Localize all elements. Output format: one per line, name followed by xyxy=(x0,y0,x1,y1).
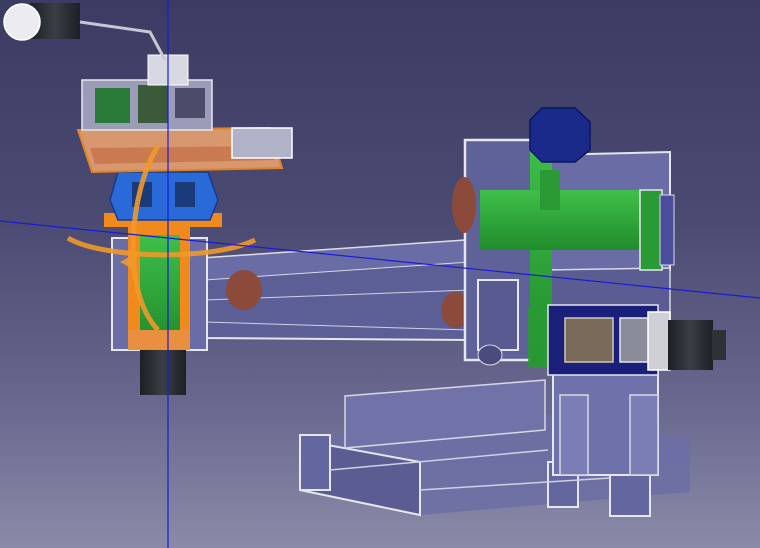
left-column[interactable] xyxy=(104,213,222,395)
bore-circle-left xyxy=(226,270,262,310)
blue-bracket[interactable] xyxy=(109,171,219,221)
cad-3d-viewport[interactable] xyxy=(0,0,760,548)
top-left-motor[interactable] xyxy=(3,3,167,61)
right-motor-assembly[interactable] xyxy=(547,304,726,376)
view-compass-icon xyxy=(3,3,41,41)
blue-top-cap[interactable] xyxy=(529,107,591,163)
assembly-drawing[interactable] xyxy=(0,0,760,548)
